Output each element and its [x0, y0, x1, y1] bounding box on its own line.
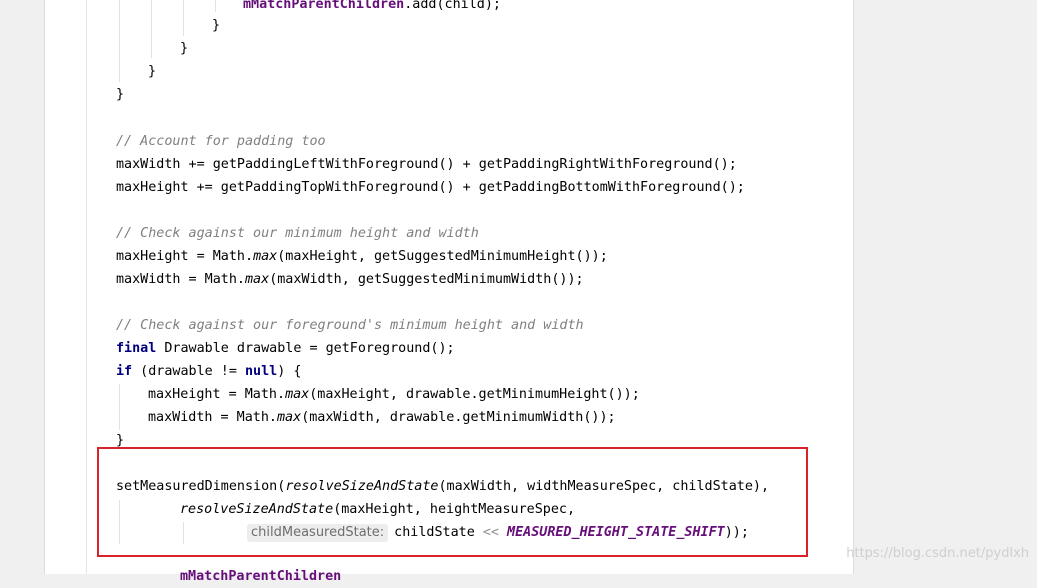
code-text: .add(child);: [404, 0, 501, 12]
code-line-min-width: maxWidth = Math.max(maxWidth, getSuggest…: [116, 268, 584, 291]
code-text: ) {: [277, 364, 302, 379]
code-line-if-drawable: if (drawable != null) {: [116, 360, 301, 383]
code-line-drawable-width: maxWidth = Math.max(maxWidth, drawable.g…: [148, 406, 616, 429]
keyword-final: final: [116, 341, 157, 356]
watermark: https://blog.csdn.net/pydlxh: [846, 546, 1029, 561]
code-line-padding-width: maxWidth += getPaddingLeftWithForeground…: [116, 157, 737, 172]
indent-guide: [119, 384, 120, 430]
indent-guide: [119, 0, 120, 82]
field-match-parent-children: mMatchParentChildren: [180, 569, 342, 584]
closing-brace: }: [116, 87, 125, 102]
comment-foreground: // Check against our foreground's minimu…: [116, 318, 584, 333]
code-text: (maxHeight, getSuggestedMinimumHeight())…: [277, 249, 608, 264]
code-text: maxHeight = Math.: [116, 249, 254, 264]
code-line-min-height: maxHeight = Math.max(maxHeight, getSugge…: [116, 245, 608, 268]
method-max: max: [285, 387, 310, 402]
code-text: (maxHeight, drawable.getMinimumHeight())…: [309, 387, 640, 402]
indent-guide: [151, 0, 152, 58]
code-line-padding-height: maxHeight += getPaddingTopWithForeground…: [116, 180, 745, 195]
code-text: maxWidth = Math.: [148, 410, 277, 425]
closing-brace: }: [148, 64, 157, 79]
indent-guide: [215, 0, 216, 12]
code-text: maxWidth = Math.: [116, 272, 245, 287]
comment-padding: // Account for padding too: [116, 134, 326, 149]
code-line-add-child: mMatchParentChildren.add(child);: [243, 0, 501, 16]
code-text: (maxWidth, drawable.getMinimumWidth());: [301, 410, 616, 425]
keyword-null: null: [245, 364, 278, 379]
field-match-parent-children: mMatchParentChildren: [243, 0, 405, 12]
closing-brace: }: [212, 18, 221, 33]
keyword-if: if: [116, 364, 133, 379]
code-text: Drawable drawable = getForeground();: [156, 341, 455, 356]
code-text: (maxWidth, getSuggestedMinimumWidth());: [269, 272, 584, 287]
code-text: (drawable !=: [132, 364, 245, 379]
closing-brace: }: [180, 41, 189, 56]
method-max: max: [253, 249, 278, 264]
code-line-drawable-height: maxHeight = Math.max(maxHeight, drawable…: [148, 383, 640, 406]
indent-guide: [183, 0, 184, 36]
code-line-get-foreground: final Drawable drawable = getForeground(…: [116, 337, 455, 360]
method-max: max: [245, 272, 270, 287]
highlight-box: [97, 447, 808, 557]
code-line-partial: mMatchParentChildren: [180, 565, 341, 588]
comment-minimum: // Check against our minimum height and …: [116, 226, 479, 241]
method-max: max: [277, 410, 302, 425]
code-text: maxHeight = Math.: [148, 387, 286, 402]
